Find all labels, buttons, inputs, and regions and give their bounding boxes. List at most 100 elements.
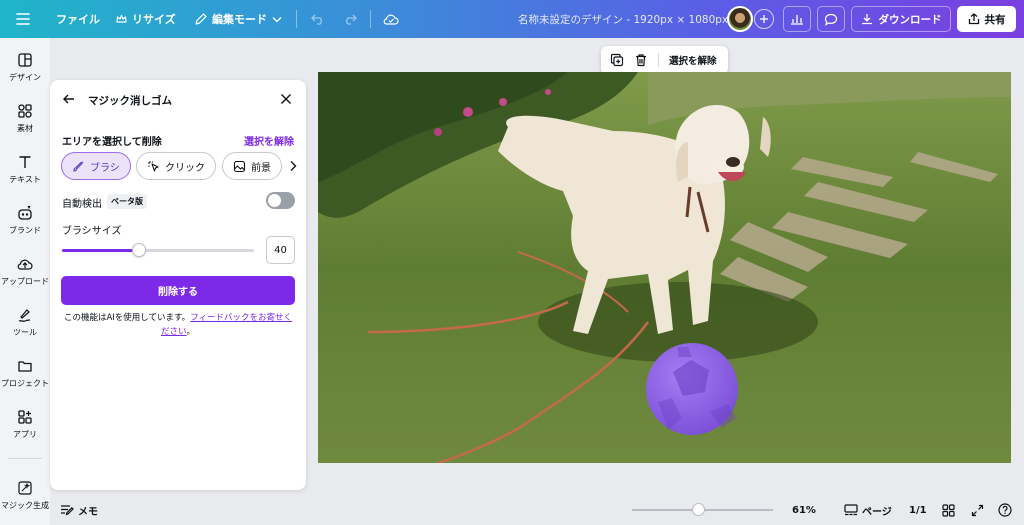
chevron-down-icon [272, 16, 282, 22]
resize-button[interactable]: リサイズ [116, 0, 176, 38]
pages-button[interactable]: ページ [844, 495, 892, 525]
rail-label: マジック生成 [1, 500, 49, 510]
beta-badge: ベータ版 [107, 194, 147, 209]
undo-icon[interactable] [306, 6, 330, 32]
resize-label: リサイズ [132, 13, 176, 26]
cloud-sync-icon[interactable] [379, 6, 403, 32]
deselect-link[interactable]: 選択を解除 [244, 133, 294, 148]
edit-mode-dropdown[interactable]: 編集モード [194, 0, 282, 38]
brand-icon [18, 205, 32, 220]
dog-photo-image [318, 72, 1011, 463]
cursor-sparkle-icon [148, 160, 159, 172]
comment-icon[interactable] [817, 6, 845, 32]
ai-notice-text: この機能はAIを使用しています。 [63, 313, 191, 323]
draw-icon [18, 308, 31, 322]
auto-detect-toggle[interactable] [266, 192, 295, 209]
share-button[interactable]: 共有 [957, 6, 1016, 32]
slider-fill [62, 249, 139, 252]
mode-click-button[interactable]: クリック [136, 152, 216, 180]
bottom-bar: メモ 61% ページ 1/1 [50, 495, 1024, 525]
rail-item-upload[interactable]: アップロード [0, 246, 50, 296]
brush-icon [73, 160, 84, 172]
document-title[interactable]: 名称未設定のデザイン - 1920px × 1080px [518, 0, 728, 38]
chevron-right-icon[interactable] [288, 160, 298, 172]
rail-label: テキスト [9, 174, 41, 184]
page-count: 1/1 [909, 504, 927, 516]
toolbar-divider [658, 53, 659, 67]
rail-item-brand[interactable]: ブランド [0, 195, 50, 245]
rail-label: 素材 [17, 123, 33, 133]
mode-label: 前景 [251, 162, 271, 174]
insights-chart-icon[interactable] [783, 6, 811, 32]
auto-detect-label: 自動検出 [62, 199, 102, 210]
rail-item-projects[interactable]: プロジェクト [0, 348, 50, 398]
notes-label: メモ [78, 506, 98, 518]
menu-icon[interactable] [10, 6, 36, 32]
panel-title: マジック消しゴム [88, 95, 172, 107]
help-icon[interactable] [998, 495, 1012, 525]
elements-icon [18, 103, 32, 118]
magic-icon [18, 480, 32, 495]
magic-eraser-panel: マジック消しゴム エリアを選択して削除 選択を解除 ブラシ クリック 前景 自動… [50, 80, 306, 490]
rail-item-text[interactable]: テキスト [0, 144, 50, 194]
mode-foreground-button[interactable]: 前景 [222, 152, 282, 180]
toggle-knob [268, 194, 281, 207]
erase-button[interactable]: 削除する [61, 276, 295, 305]
rail-label: ツール [13, 327, 37, 337]
trash-icon[interactable] [634, 53, 648, 67]
toolbar-deselect-button[interactable]: 選択を解除 [669, 46, 717, 74]
layout-icon [18, 52, 32, 67]
close-icon[interactable] [280, 93, 292, 105]
grid-view-icon[interactable] [942, 495, 955, 525]
fullscreen-icon[interactable] [971, 495, 984, 525]
upload-icon [17, 259, 33, 270]
avatar[interactable] [727, 6, 753, 32]
download-icon [861, 14, 872, 25]
folder-icon [18, 360, 32, 372]
pages-icon [844, 504, 858, 516]
mode-label: クリック [165, 162, 205, 174]
brush-size-slider[interactable] [62, 243, 254, 257]
top-toolbar: ファイル リサイズ 編集モード 名称未設定のデザイン - 1920px × 10… [0, 0, 1024, 38]
redo-icon[interactable] [338, 6, 362, 32]
file-menu[interactable]: ファイル [56, 0, 100, 38]
ai-notice: この機能はAIを使用しています。フィードバックをお寄せください。 [62, 311, 294, 339]
zoom-level[interactable]: 61% [792, 495, 816, 525]
rail-label: プロジェクト [1, 378, 49, 388]
back-arrow-icon[interactable] [62, 92, 76, 106]
rail-item-apps[interactable]: アプリ [0, 399, 50, 449]
rail-divider [8, 458, 42, 459]
rail-label: デザイン [9, 72, 41, 82]
text-icon [19, 155, 31, 168]
crown-icon [116, 14, 127, 23]
share-label: 共有 [984, 13, 1006, 26]
slider-handle[interactable] [131, 243, 146, 257]
apps-icon [18, 409, 32, 424]
rail-item-magic-media[interactable]: マジック生成 [0, 470, 50, 520]
mode-label: ブラシ [90, 162, 120, 174]
share-icon [968, 13, 979, 25]
mode-brush-button[interactable]: ブラシ [61, 152, 131, 180]
zoom-slider-handle[interactable] [692, 503, 705, 516]
notes-button[interactable]: メモ [60, 495, 98, 525]
notes-icon [61, 505, 74, 516]
selection-toolbar: 選択を解除 [601, 46, 728, 74]
edit-mode-label: 編集モード [212, 13, 267, 26]
ai-notice-suffix: 。 [186, 327, 196, 337]
rail-item-elements[interactable]: 素材 [0, 93, 50, 143]
pages-label: ページ [862, 506, 892, 518]
duplicate-icon[interactable] [610, 53, 624, 67]
pencil-icon [195, 12, 207, 25]
add-collaborator-icon[interactable] [754, 9, 774, 29]
brush-size-input[interactable]: 40 [266, 236, 295, 264]
canvas-photo[interactable] [318, 72, 1011, 463]
download-button[interactable]: ダウンロード [851, 6, 951, 32]
left-rail: デザイン 素材 テキスト ブランド アップロード ツール プロジェクト アプリ … [0, 38, 50, 525]
rail-item-tools[interactable]: ツール [0, 297, 50, 347]
rail-item-design[interactable]: デザイン [0, 42, 50, 92]
file-label: ファイル [56, 13, 100, 26]
image-foreground-icon [233, 160, 246, 172]
download-label: ダウンロード [878, 13, 942, 26]
rail-label: アプリ [13, 429, 37, 439]
rail-label: アップロード [1, 276, 49, 286]
